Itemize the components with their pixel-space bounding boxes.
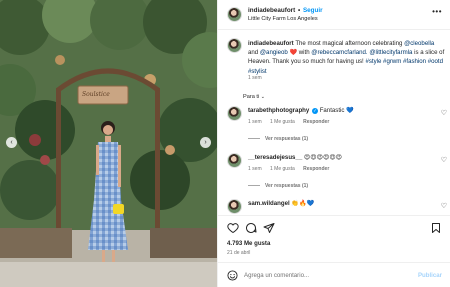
heart-emoji: ❤️ [289,49,298,57]
post-image [0,0,217,287]
heart-outline-icon: ♡ [440,157,447,164]
comment-likes[interactable]: 1 Me gusta [270,119,295,125]
like-comment-button[interactable]: ♡ [441,110,447,117]
save-button[interactable] [430,222,442,234]
author-avatar[interactable] [227,7,242,22]
post-photo[interactable]: Soulstice ‹ › [0,0,217,287]
caption-text: indiadebeaufort The most magical afterno… [248,39,445,76]
comment-icon [246,223,257,234]
commenter-username[interactable]: __teresadejesus__ [248,154,302,161]
emoji-button[interactable] [227,270,238,281]
like-button[interactable] [227,222,239,234]
publish-button[interactable]: Publicar [418,272,442,279]
mention-link[interactable]: @littlecityfarmla [369,49,412,56]
more-horizontal-icon: ••• [432,7,442,16]
commenter-avatar[interactable] [227,199,242,214]
likes-count[interactable]: 4.793 Me gusta [227,240,270,247]
caption-username[interactable]: indiadebeaufort [248,40,294,47]
author-username[interactable]: indiadebeaufort [248,7,295,14]
comment-input[interactable] [244,268,404,282]
commenter-avatar[interactable] [227,153,242,168]
add-comment-bar: Publicar [218,262,450,287]
commenter-avatar[interactable] [227,106,242,121]
emoji-icon [227,270,238,281]
reply-line [248,185,260,187]
mention-link[interactable]: @angieob [260,49,288,56]
for-you-dropdown[interactable]: Para ti ⌄ [243,94,265,100]
bookmark-icon [432,223,440,233]
caption-text-part: and [248,49,259,57]
verified-badge-icon: ✓ [311,108,318,114]
post-header: indiadebeaufort • Seguir Little City Far… [218,0,450,30]
like-comment-button[interactable]: ♡ [441,157,447,164]
caption-text-part: with [298,49,310,57]
comment-likes[interactable]: 1 Me gusta [270,166,295,172]
view-replies-label: Ver respuestas (1) [265,136,309,142]
farm-sign-text: Soulstice [82,91,110,98]
for-you-label: Para ti [243,94,260,100]
reply-line [248,138,260,140]
chevron-left-icon: ‹ [10,139,13,146]
view-replies-button[interactable]: Ver respuestas (1) [248,183,308,189]
share-button[interactable] [263,222,275,234]
share-icon [263,223,275,233]
caption-timestamp: 1 sem [248,75,262,81]
reply-button[interactable]: Responder [303,119,329,125]
instagram-post: Soulstice ‹ › indiadebeaufort • Seguir L… [0,0,450,287]
reply-button[interactable]: Responder [303,166,329,172]
separator-dot: • [297,7,301,14]
view-replies-label: Ver respuestas (1) [265,183,309,189]
comment-time: 1 sem [248,119,262,125]
previous-photo-button[interactable]: ‹ [6,137,17,148]
heart-outline-icon: ♡ [440,110,447,117]
heart-outline-icon: ♡ [440,203,447,210]
comment-time: 1 sem [248,166,262,172]
caption-avatar[interactable] [227,38,242,53]
like-comment-button[interactable]: ♡ [441,203,447,210]
heart-icon [227,223,239,234]
comment-text: 👏🔥💙 [291,200,315,207]
follow-button[interactable]: Seguir [303,7,323,14]
more-options-button[interactable]: ••• [432,8,442,16]
commenter-username[interactable]: tarabethphotography [248,107,309,114]
comment-button[interactable] [245,222,257,234]
mention-link[interactable]: @cleobella [404,40,434,47]
view-replies-button[interactable]: Ver respuestas (1) [248,136,308,142]
next-photo-button[interactable]: › [200,137,211,148]
mention-link[interactable]: @rebeccamcfarland. [311,49,367,56]
caption-text-part: The most magical afternoon celebrating [295,40,403,47]
post-location[interactable]: Little City Farm Los Angeles [248,16,318,22]
chevron-down-icon: ⌄ [260,94,265,100]
post-date: 21 de abril [227,250,251,256]
post-details-panel: indiadebeaufort • Seguir Little City Far… [217,0,450,287]
commenter-username[interactable]: sam.wildangel [248,200,290,207]
comment-text: 😍😍😍😍😍😍 [303,154,343,161]
post-actions-bar [218,215,450,239]
chevron-right-icon: › [204,139,207,146]
comment-text: Fantastic 💙 [319,107,354,114]
